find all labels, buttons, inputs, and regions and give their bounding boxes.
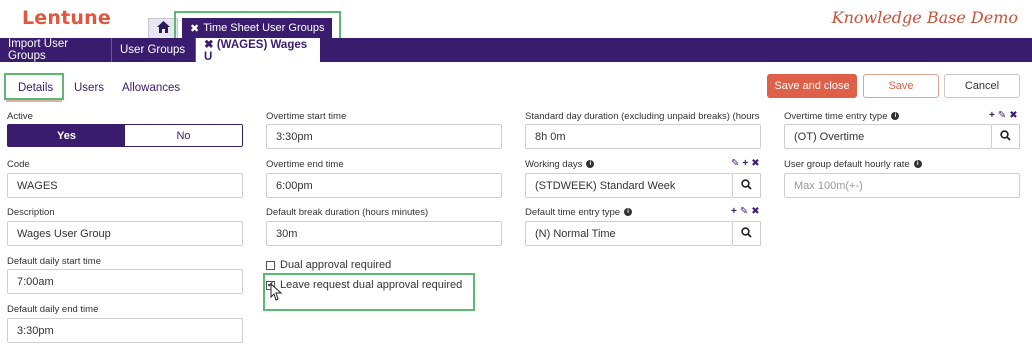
plus-icon[interactable]: + [742,158,748,169]
highlight-box-details [4,73,64,100]
overtime-end-field[interactable]: 6:00pm [266,173,502,198]
end-time-label: Default daily end time [7,304,99,315]
hourly-rate-label: User group default hourly rate i [784,159,922,170]
tab-allowances[interactable]: Allowances [122,82,180,94]
time-entry-type-field[interactable]: (N) Normal Time [525,221,733,246]
overtime-entry-type-field[interactable]: (OT) Overtime [784,124,992,149]
break-duration-field[interactable]: 30m [266,221,502,246]
standard-day-field[interactable]: 8h 0m [525,124,761,149]
plus-icon[interactable]: + [731,206,737,217]
mouse-cursor-icon [270,282,284,304]
home-icon [156,21,170,36]
start-time-field[interactable]: 7:00am [7,269,243,294]
working-days-field[interactable]: (STDWEEK) Standard Week [525,173,733,198]
delete-icon[interactable]: ✖ [751,206,759,217]
top-header: Lentune Knowledge Base Demo ✖ Time Sheet… [0,0,1032,42]
info-icon[interactable]: i [913,160,922,169]
edit-icon[interactable]: ✎ [998,110,1006,121]
end-time-field[interactable]: 3:30pm [7,318,243,343]
break-duration-label: Default break duration (hours minutes) [266,207,429,218]
working-days-search-button[interactable] [733,173,761,198]
search-icon [741,178,752,193]
delete-icon[interactable]: ✖ [1009,110,1017,121]
knowledge-base-title: Knowledge Base Demo [831,8,1018,27]
active-label: Active [7,111,33,122]
info-icon[interactable]: i [586,160,595,169]
info-icon[interactable]: i [891,112,900,121]
active-yes-option[interactable]: Yes [8,125,125,146]
dual-approval-row[interactable]: Dual approval required [266,259,391,271]
plus-icon[interactable]: + [989,110,995,121]
working-days-actions: ✎ + ✖ [731,158,760,169]
edit-icon[interactable]: ✎ [740,206,748,217]
description-label: Description [7,207,55,218]
overtime-start-label: Overtime start time [266,111,347,122]
description-field[interactable]: Wages User Group [7,221,243,246]
nav-bar: Import User Groups User Groups ✖ (WAGES)… [0,38,1032,63]
overtime-type-search-button[interactable] [992,124,1020,149]
standard-day-label: Standard day duration (excluding unpaid … [525,111,761,122]
overtime-type-actions: + ✎ ✖ [989,110,1018,121]
time-entry-search-button[interactable] [733,221,761,246]
time-entry-type-label: Default time entry type i [525,207,633,218]
highlight-box-leave [263,273,475,311]
tab-users[interactable]: Users [74,82,104,94]
nav-wages-tab[interactable]: ✖ (WAGES) Wages U [196,38,320,63]
info-icon[interactable]: i [624,208,633,217]
working-days-label-text: Working days [525,159,583,170]
dual-approval-checkbox[interactable] [266,260,275,270]
active-no-option[interactable]: No [125,125,242,146]
hourly-rate-field[interactable]: Max 100m(+-) [784,173,1020,198]
overtime-entry-type-label-text: Overtime time entry type [784,111,888,122]
app-logo: Lentune [22,7,111,29]
search-icon [1000,129,1011,144]
overtime-entry-type-label: Overtime time entry type i [784,111,900,122]
code-field[interactable]: WAGES [7,173,243,198]
start-time-label: Default daily start time [7,256,101,267]
nav-user-groups[interactable]: User Groups [112,38,196,62]
active-toggle: Yes No [7,124,243,147]
hourly-rate-label-text: User group default hourly rate [784,159,910,170]
details-underline [6,100,62,102]
overtime-end-label: Overtime end time [266,159,344,170]
save-and-close-button[interactable]: Save and close [767,74,857,98]
dual-approval-label: Dual approval required [280,259,392,271]
cancel-button[interactable]: Cancel [944,74,1020,98]
edit-icon[interactable]: ✎ [731,158,739,169]
nav-import-user-groups[interactable]: Import User Groups [0,38,112,62]
time-entry-type-label-text: Default time entry type [525,207,621,218]
time-entry-actions: + ✎ ✖ [731,206,760,217]
code-label: Code [7,159,30,170]
delete-icon[interactable]: ✖ [751,158,759,169]
save-button[interactable]: Save [863,74,939,98]
search-icon [741,226,752,241]
overtime-start-field[interactable]: 3:30pm [266,124,502,149]
working-days-label: Working days i [525,159,595,170]
